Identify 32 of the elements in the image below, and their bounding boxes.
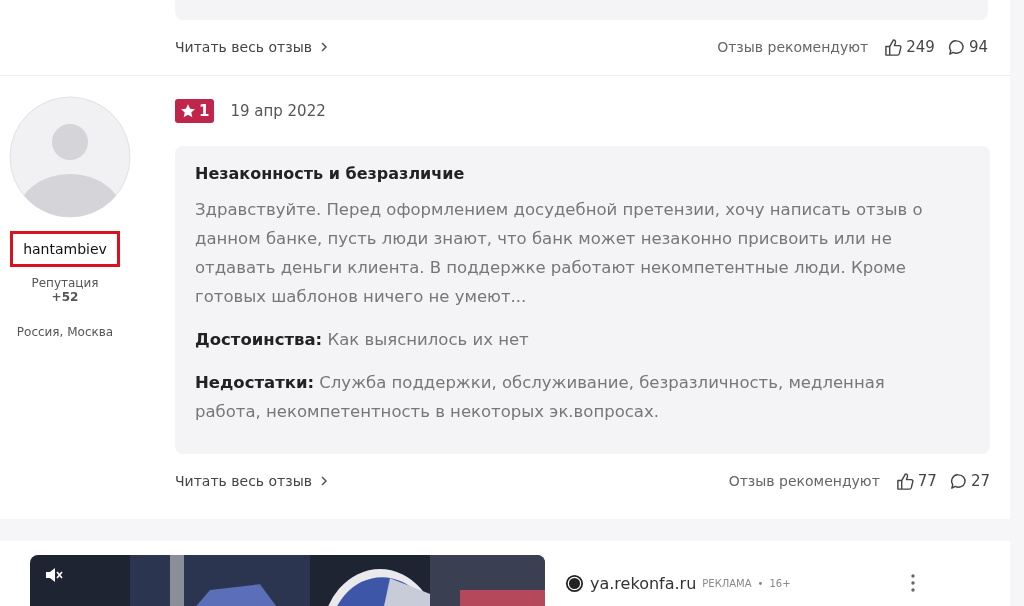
rating-badge: 1 <box>175 99 215 123</box>
age-rating: 16+ <box>769 577 791 589</box>
thumbs-up-icon <box>895 471 915 491</box>
site-logo-icon <box>565 573 584 593</box>
comment-icon <box>948 471 968 491</box>
recommend-label: Отзыв рекомендуют <box>728 473 880 489</box>
like-button[interactable]: 77 <box>895 471 937 491</box>
recommend-label: Отзыв рекомендуют <box>717 39 869 55</box>
more-menu-icon[interactable] <box>911 574 915 592</box>
review-pros: Достоинства: Как выяснилось их нет <box>195 329 530 351</box>
star-icon <box>180 103 196 119</box>
user-location: Россия, Москва <box>16 325 114 339</box>
review-date: 19 апр 2022 <box>230 102 326 120</box>
review-cons: Недостатки: Служба поддержки, обслуживание, безразличность, медленная работа, некомпетентность в некоторых эк.вопросах. <box>195 372 886 423</box>
comments-button[interactable]: 27 <box>948 471 990 491</box>
thumbs-up-icon <box>884 37 904 57</box>
chevron-right-icon <box>320 42 329 52</box>
ad-label: РЕКЛАМА <box>702 577 752 589</box>
muted-icon[interactable] <box>44 565 64 585</box>
comment-icon <box>946 37 966 57</box>
read-more-link[interactable]: Читать весь отзыв <box>175 473 329 489</box>
chevron-right-icon <box>320 476 329 486</box>
review-text: Здравствуйте. Перед оформлением досудебной претензии, хочу написать отзыв о данном банке, пусть люди знают, что банк может незаконно присвоить или не отдавать деньги клиента. В поддержке работают некомпетентные люди. Кроме готовых шаблонов ничего не умеют... <box>195 199 924 308</box>
separator-dot: • <box>757 577 764 589</box>
review-title: Незаконность и безразличие <box>195 164 466 183</box>
reputation-value: +52 <box>51 290 79 304</box>
like-button[interactable]: 249 <box>884 37 935 57</box>
read-more-link[interactable]: Читать весь отзыв <box>175 39 329 55</box>
comments-button[interactable]: 94 <box>946 37 988 57</box>
username-link[interactable]: hantambiev <box>10 231 120 267</box>
ad-source-link[interactable]: ya.rekonfa.ru <box>590 573 697 593</box>
reputation-label: Репутация <box>31 276 99 290</box>
